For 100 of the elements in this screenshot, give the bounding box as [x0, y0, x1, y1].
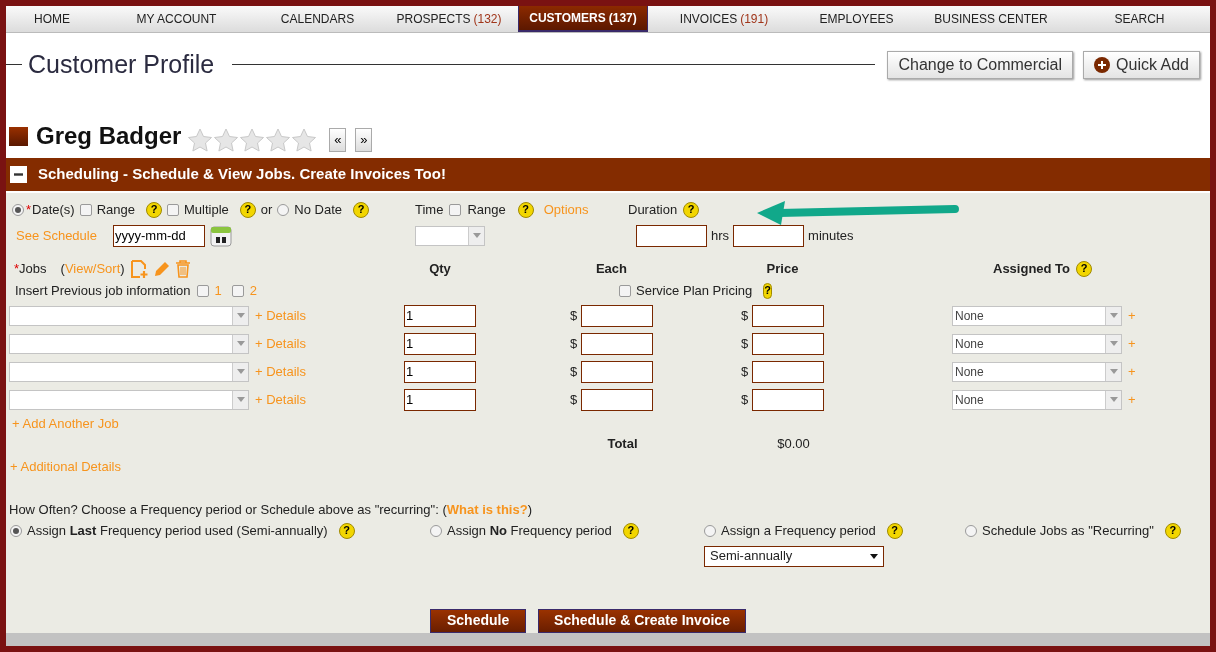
price-input[interactable] — [752, 360, 825, 383]
nav-tab[interactable]: INVOICES (191) — [648, 6, 800, 32]
nav-tab[interactable]: HOME — [6, 6, 98, 32]
hours-input[interactable] — [636, 224, 707, 247]
section-title: Scheduling - Schedule & View Jobs. Create Invoices Too! — [38, 163, 446, 184]
calendar-icon — [210, 224, 232, 247]
option-label: Range — [467, 200, 506, 219]
previous-button[interactable]: « — [329, 127, 347, 152]
star-icon — [239, 127, 266, 152]
duration-label: Duration — [628, 200, 678, 219]
radio-button[interactable] — [10, 524, 22, 537]
star-icon — [265, 127, 292, 152]
caret-icon — [236, 397, 245, 402]
currency-symbol: $ — [741, 306, 749, 325]
help-icon[interactable]: ? — [146, 201, 162, 218]
option-label: Range — [96, 200, 135, 219]
nav-tab[interactable]: BUSINESS CENTER — [913, 6, 1069, 32]
parenthesis: ( — [60, 259, 65, 278]
minutes-input[interactable] — [733, 224, 805, 247]
nav-tab[interactable]: CALENDARS — [255, 6, 380, 32]
caret-icon — [1109, 313, 1118, 318]
job-select[interactable] — [9, 305, 249, 326]
each-input[interactable] — [581, 304, 654, 327]
schedule-button[interactable]: Schedule — [430, 608, 527, 633]
nav-tab[interactable]: EMPLOYEES — [800, 6, 913, 32]
required-mark: * — [26, 200, 32, 219]
help-icon[interactable]: ? — [239, 201, 256, 218]
nav-tab[interactable]: MY ACCOUNT — [98, 6, 255, 32]
radio-button[interactable] — [12, 203, 24, 216]
frequency-prompt: How Often? Choose a Frequency period or Schedule above as "recurring": (What is this?) — [8, 500, 533, 518]
quick-add-button[interactable]: Quick Add — [1083, 50, 1200, 79]
checkbox[interactable] — [167, 203, 179, 216]
time-select[interactable] — [415, 225, 485, 246]
collapse-toggle[interactable] — [10, 165, 27, 183]
option-label: Service Plan Pricing — [636, 281, 753, 300]
jobs-label: Jobs — [19, 259, 47, 278]
total-value: $0.00 — [776, 434, 811, 453]
change-button[interactable]: Change to Commercial — [887, 50, 1074, 79]
column-header: Qty — [428, 259, 452, 278]
insert-label: Insert Previous job information — [15, 281, 191, 300]
nav-tab[interactable]: PROSPECTS (132) — [380, 6, 518, 32]
radio-button[interactable] — [965, 524, 977, 537]
currency-symbol: $ — [570, 362, 578, 381]
assigned-select[interactable]: None — [952, 305, 1122, 326]
assigned-select[interactable]: None — [952, 361, 1122, 382]
help-icon[interactable]: ? — [622, 522, 639, 539]
assigned-select[interactable]: None — [952, 389, 1122, 410]
required-mark: * — [14, 259, 20, 278]
assigned-select[interactable]: None — [952, 333, 1122, 354]
radio-button[interactable] — [277, 203, 290, 216]
star-icon — [213, 127, 240, 152]
option-label: Date(s) — [32, 200, 75, 219]
each-input[interactable] — [581, 332, 654, 355]
help-icon[interactable]: ? — [1164, 522, 1181, 539]
radio-button[interactable] — [704, 524, 716, 537]
qty-input[interactable]: 1 — [404, 360, 476, 383]
qty-input[interactable]: 1 — [404, 332, 476, 355]
caret-icon — [1109, 397, 1118, 402]
column-header: Price — [765, 259, 800, 278]
each-input[interactable] — [581, 388, 654, 411]
option-label: 1 — [214, 281, 222, 300]
option-label: Assign No Frequency period — [447, 521, 612, 540]
star-icon — [187, 127, 214, 152]
job-select[interactable] — [9, 389, 249, 410]
qty-input[interactable]: 1 — [404, 304, 476, 327]
help-icon[interactable]: ? — [763, 282, 773, 299]
next-button[interactable]: » — [355, 127, 373, 152]
page-title: Customer Profile — [27, 49, 216, 81]
price-input[interactable] — [752, 388, 825, 411]
help-icon[interactable]: ? — [683, 201, 700, 218]
schedule-invoice-button[interactable]: Schedule & Create Invoice — [538, 608, 746, 633]
checkbox[interactable] — [79, 203, 92, 216]
add-file-icon — [128, 258, 149, 279]
radio-button[interactable] — [430, 524, 442, 537]
help-icon[interactable]: ? — [338, 522, 355, 539]
unit-label: hrs — [711, 226, 730, 245]
job-select[interactable] — [9, 333, 249, 354]
help-icon[interactable]: ? — [1076, 260, 1093, 277]
checkbox[interactable] — [449, 203, 462, 216]
star-rating[interactable] — [187, 127, 318, 152]
checkbox[interactable] — [619, 284, 631, 297]
currency-symbol: $ — [741, 362, 749, 381]
customer-name: Greg Badger — [36, 123, 182, 148]
frequency-select[interactable]: Semi-annually — [704, 545, 884, 567]
help-icon[interactable]: ? — [517, 201, 534, 218]
option-label: Multiple — [184, 200, 229, 219]
qty-input[interactable]: 1 — [404, 388, 476, 411]
each-input[interactable] — [581, 360, 654, 383]
help-icon[interactable]: ? — [353, 201, 370, 218]
nav-tab[interactable]: CUSTOMERS (137) — [518, 6, 648, 32]
price-input[interactable] — [752, 332, 825, 355]
star-icon — [291, 127, 318, 152]
checkbox[interactable] — [196, 284, 209, 297]
currency-symbol: $ — [570, 306, 578, 325]
help-icon[interactable]: ? — [886, 522, 903, 539]
price-input[interactable] — [752, 304, 825, 327]
checkbox[interactable] — [231, 284, 244, 297]
job-select[interactable] — [9, 361, 249, 382]
date-input[interactable]: yyyy-mm-dd — [113, 224, 205, 247]
nav-tab[interactable]: SEARCH — [1069, 6, 1210, 32]
